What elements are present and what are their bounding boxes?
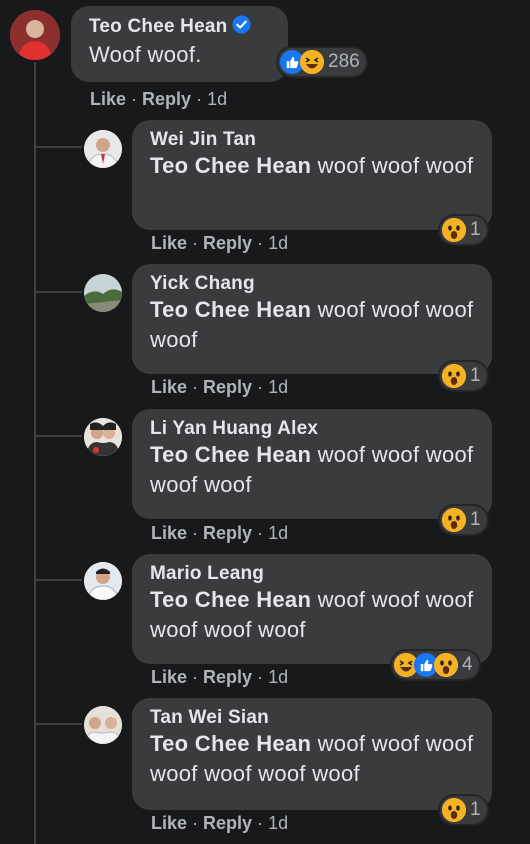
reaction-count: 1 (470, 509, 481, 530)
timestamp[interactable]: 1d (268, 233, 288, 253)
verified-badge-icon (232, 15, 251, 40)
reaction-summary[interactable]: 1 (440, 506, 487, 534)
comment-author[interactable]: Li Yan Huang Alex (150, 418, 476, 440)
avatar[interactable] (84, 706, 122, 744)
comment-actions: Like · Reply · 1d (151, 667, 289, 687)
comment-author[interactable]: Wei Jin Tan (150, 129, 476, 151)
reply-button[interactable]: Reply (142, 89, 191, 109)
avatar[interactable] (84, 562, 122, 600)
reply-bubble: Yick Chang Teo Chee Hean woof woof woof … (132, 264, 492, 374)
reply-bubble: Mario Leang Teo Chee Hean woof woof woof… (132, 554, 492, 664)
like-button[interactable]: Like (151, 813, 187, 833)
reply-button[interactable]: Reply (203, 523, 252, 543)
mention-link[interactable]: Teo Chee Hean (150, 153, 311, 178)
wow-reaction-icon (442, 508, 466, 532)
thread-branch (34, 579, 82, 581)
haha-reaction-icon (300, 50, 324, 74)
thread-line-vertical (34, 62, 36, 844)
reaction-count: 1 (470, 799, 481, 820)
avatar[interactable] (84, 274, 122, 312)
reaction-count: 1 (470, 365, 481, 386)
avatar-photo-icon (84, 130, 122, 168)
reaction-summary[interactable]: 1 (440, 362, 487, 390)
reaction-count: 4 (462, 654, 473, 675)
mention-link[interactable]: Teo Chee Hean (150, 587, 311, 612)
comment-text: Woof woof. (89, 42, 202, 67)
wow-reaction-icon (442, 364, 466, 388)
comment-author[interactable]: Teo Chee Hean (89, 16, 227, 37)
wow-reaction-icon (434, 653, 458, 677)
avatar[interactable] (10, 10, 60, 60)
reaction-count: 286 (328, 51, 360, 72)
comment-author[interactable]: Tan Wei Sian (150, 707, 476, 729)
reaction-summary[interactable]: 1 (440, 216, 487, 244)
like-button[interactable]: Like (151, 523, 187, 543)
timestamp[interactable]: 1d (268, 667, 288, 687)
reaction-summary[interactable]: 4 (392, 651, 479, 679)
avatar-photo-icon (84, 274, 122, 312)
thread-branch (34, 435, 82, 437)
mention-link[interactable]: Teo Chee Hean (150, 297, 311, 322)
comment-text: woof woof woof (311, 153, 474, 178)
like-button[interactable]: Like (90, 89, 126, 109)
avatar-photo-icon (84, 706, 122, 744)
thread-branch (34, 291, 82, 293)
reaction-summary[interactable]: 286 (278, 48, 366, 76)
comment-actions: Like · Reply · 1d (151, 523, 289, 543)
reply-bubble: Wei Jin Tan Teo Chee Hean woof woof woof (132, 120, 492, 230)
thread-branch (34, 723, 82, 725)
timestamp[interactable]: 1d (268, 523, 288, 543)
reply-button[interactable]: Reply (203, 233, 252, 253)
timestamp[interactable]: 1d (268, 377, 288, 397)
avatar-photo-icon (10, 10, 60, 60)
comment-actions: Like · Reply · 1d (151, 377, 289, 397)
reply-button[interactable]: Reply (203, 377, 252, 397)
avatar-photo-icon (84, 562, 122, 600)
mention-link[interactable]: Teo Chee Hean (150, 731, 311, 756)
avatar[interactable] (84, 130, 122, 168)
comment-bubble: Teo Chee Hean Woof woof. (71, 6, 288, 82)
wow-reaction-icon (442, 798, 466, 822)
comment-author[interactable]: Yick Chang (150, 273, 476, 295)
reply-bubble: Tan Wei Sian Teo Chee Hean woof woof woo… (132, 698, 492, 810)
reaction-count: 1 (470, 219, 481, 240)
like-button[interactable]: Like (151, 233, 187, 253)
comment-author[interactable]: Mario Leang (150, 563, 476, 585)
mention-link[interactable]: Teo Chee Hean (150, 442, 311, 467)
timestamp[interactable]: 1d (207, 89, 227, 109)
comment-actions: Like · Reply · 1d (90, 89, 228, 109)
comment-actions: Like · Reply · 1d (151, 233, 289, 253)
timestamp[interactable]: 1d (268, 813, 288, 833)
avatar-photo-icon (84, 418, 122, 456)
reaction-summary[interactable]: 1 (440, 796, 487, 824)
reply-button[interactable]: Reply (203, 667, 252, 687)
reply-button[interactable]: Reply (203, 813, 252, 833)
reply-bubble: Li Yan Huang Alex Teo Chee Hean woof woo… (132, 409, 492, 519)
avatar[interactable] (84, 418, 122, 456)
comment-actions: Like · Reply · 1d (151, 813, 289, 833)
wow-reaction-icon (442, 218, 466, 242)
thread-branch (34, 146, 82, 148)
like-button[interactable]: Like (151, 377, 187, 397)
like-button[interactable]: Like (151, 667, 187, 687)
